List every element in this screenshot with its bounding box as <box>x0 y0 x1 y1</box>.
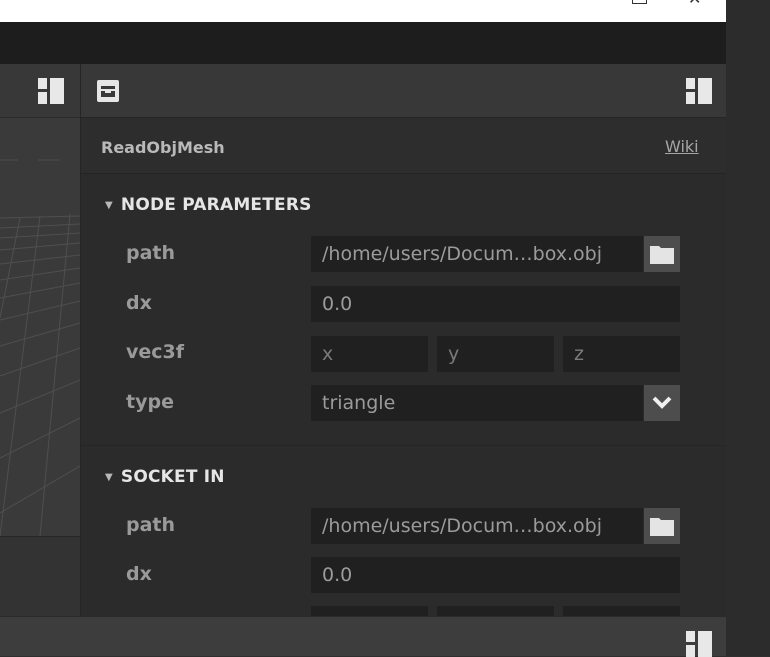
section-title: NODE PARAMETERS <box>120 195 312 215</box>
section-header-socket-in[interactable]: ▼ SOCKET IN <box>105 467 225 487</box>
dx-input[interactable]: 0.0 <box>311 286 680 322</box>
type-select[interactable]: triangle <box>311 385 643 421</box>
socket-path-input[interactable]: /home/users/Docum…box.obj <box>311 508 643 544</box>
folder-icon <box>650 246 674 264</box>
path-input[interactable]: /home/users/Docum…box.obj <box>311 236 643 272</box>
window-title-bar <box>0 0 726 22</box>
expand-triangle-icon: ▼ <box>105 200 113 211</box>
section-header-node-parameters[interactable]: ▼ NODE PARAMETERS <box>105 195 312 215</box>
param-label-dx: dx <box>126 292 152 314</box>
wiki-link[interactable]: Wiki <box>665 137 699 156</box>
app-menu-bar <box>0 22 726 64</box>
socket-dx-input[interactable]: 0.0 <box>311 557 680 593</box>
vec3f-y-input[interactable]: y <box>437 336 554 372</box>
viewport-header <box>0 64 80 118</box>
param-label-path: path <box>126 514 176 536</box>
socket-vec3f-y-input[interactable] <box>437 606 554 616</box>
node-name: ReadObjMesh <box>101 138 225 157</box>
inbox-icon[interactable] <box>97 80 119 106</box>
socket-folder-browse-button[interactable] <box>644 508 680 544</box>
right-gutter <box>726 0 770 656</box>
param-label-type: type <box>126 391 174 413</box>
maximize-icon[interactable] <box>632 0 647 4</box>
chevron-down-icon <box>652 396 672 409</box>
param-label-dx: dx <box>126 563 152 585</box>
folder-browse-button[interactable] <box>644 236 680 272</box>
socket-vec3f-x-input[interactable] <box>311 606 428 616</box>
vec3f-z-input[interactable]: z <box>563 336 680 372</box>
param-label-vec3f: vec3f <box>126 341 185 363</box>
viewport-grid <box>0 159 80 536</box>
vec3f-x-input[interactable]: x <box>311 336 428 372</box>
bottom-bar <box>0 616 726 657</box>
section-divider <box>81 445 726 446</box>
close-icon[interactable]: ✕ <box>688 0 701 7</box>
3d-viewport[interactable] <box>0 118 80 536</box>
panel-toggle-icon[interactable] <box>686 78 712 104</box>
panel-toggle-icon[interactable] <box>38 78 64 104</box>
panel-header <box>81 64 726 118</box>
type-dropdown-button[interactable] <box>644 385 680 421</box>
folder-icon <box>650 518 674 536</box>
panel-toggle-icon[interactable] <box>686 631 712 657</box>
node-inspector-panel: ReadObjMesh Wiki ▼ NODE PARAMETERS path /… <box>80 64 726 616</box>
section-title: SOCKET IN <box>120 467 225 487</box>
socket-vec3f-z-input[interactable] <box>563 606 680 616</box>
viewport-lower-panel <box>0 536 80 616</box>
expand-triangle-icon: ▼ <box>105 472 113 483</box>
param-label-path: path <box>126 242 176 264</box>
